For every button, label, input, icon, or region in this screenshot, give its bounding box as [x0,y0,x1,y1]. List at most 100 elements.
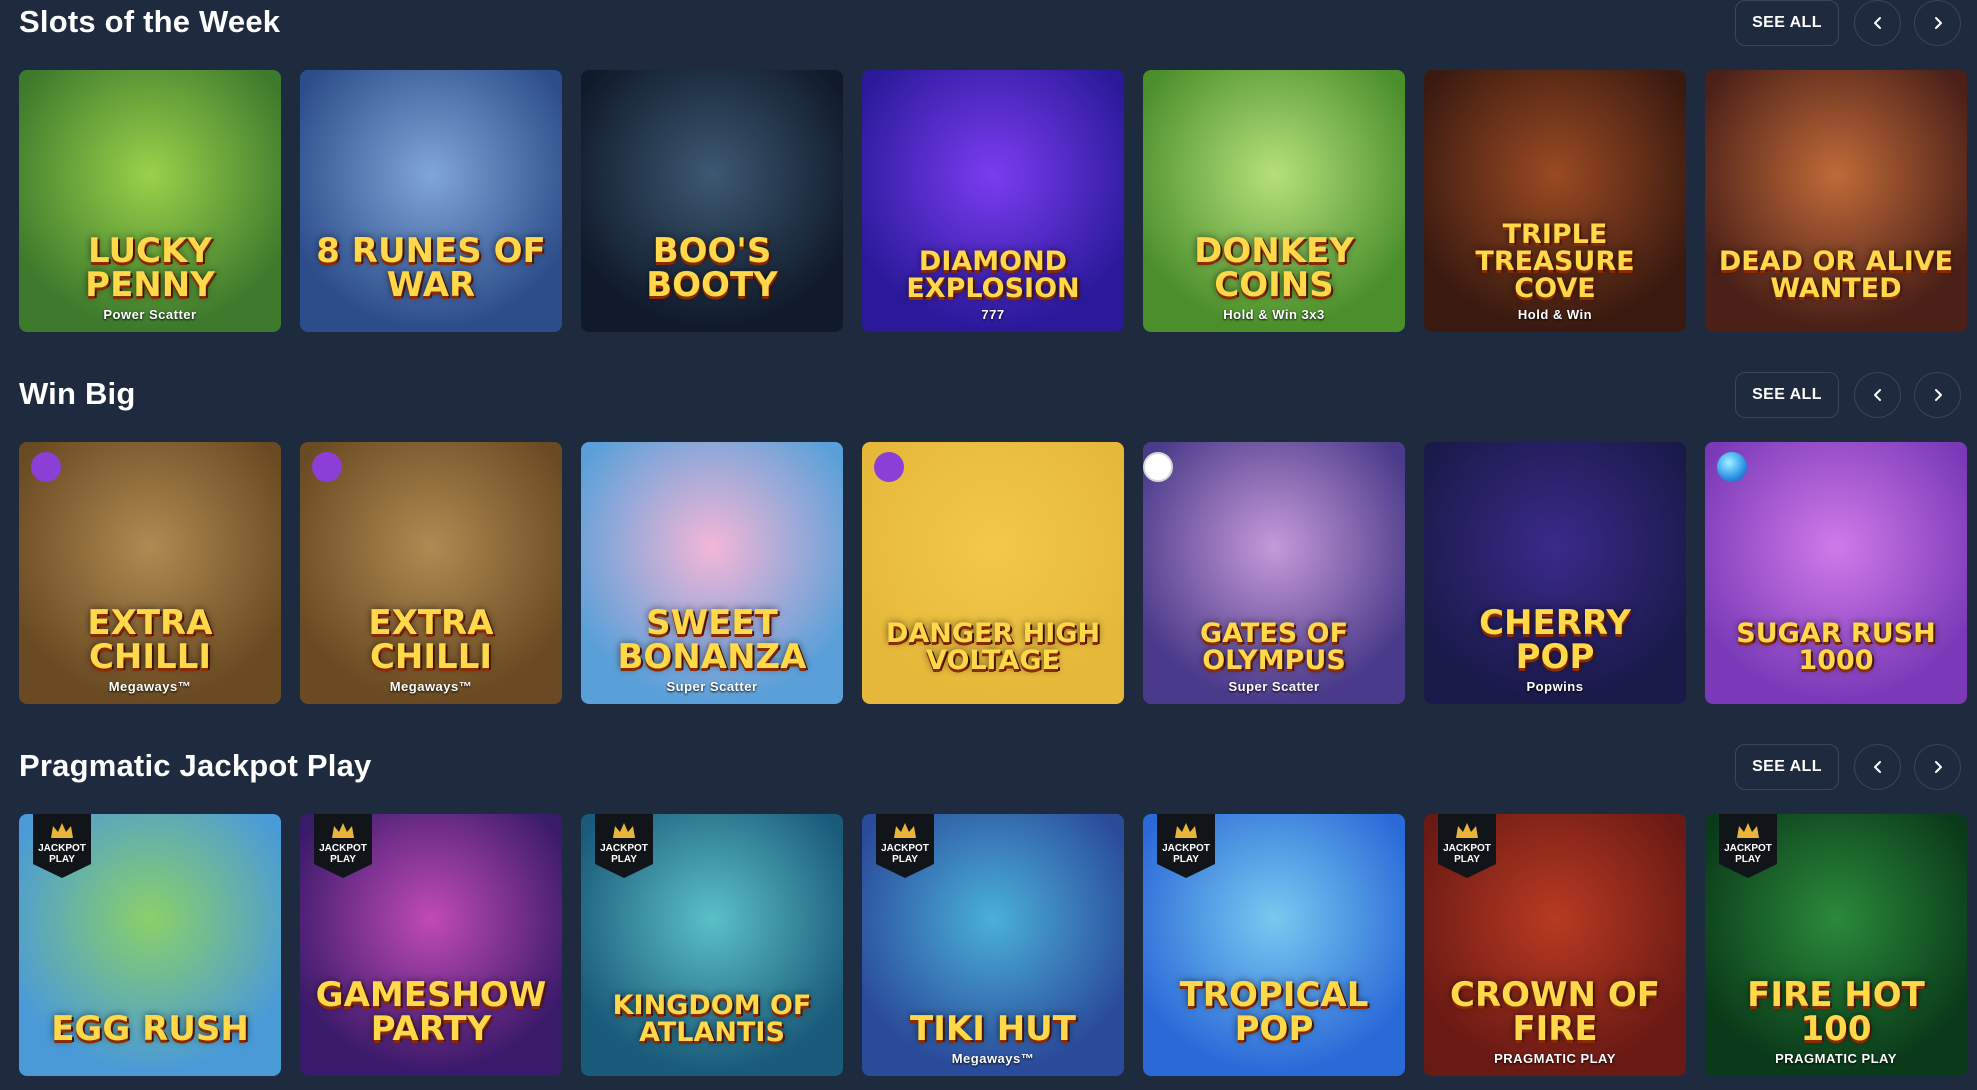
game-tile[interactable]: Extra Chilli Megaways™ [19,442,281,704]
see-all-button[interactable]: SEE ALL [1735,372,1839,418]
prev-button[interactable] [1854,744,1901,790]
game-subtitle: Popwins [1526,679,1584,694]
game-title: Gameshow Party [315,975,547,1049]
game-tile[interactable]: Tropical Pop JACKPOT PLAY [1143,814,1405,1076]
game-title: Kingdom of Atlantis [612,990,812,1048]
section-title: Slots of the Week [19,4,281,39]
chevron-right-icon [1931,760,1945,774]
game-section: Pragmatic Jackpot Play SEE ALL Egg Rush JAC… [0,744,1977,1084]
game-subtitle: Megaways™ [108,679,192,694]
game-title: Extra Chilli [87,603,213,677]
game-tile[interactable]: Extra Chilli Megaways™ [300,442,562,704]
game-row: Egg Rush JACKPOT PLAY Gameshow Party JACKPOT… [19,814,1977,1076]
game-tile[interactable]: Egg Rush JACKPOT PLAY [19,814,281,1076]
jackpot-label-top: JACKPOT [1443,843,1491,854]
game-title: Cherry Pop [1479,603,1631,677]
feature-badge-icon [874,452,904,482]
game-tile[interactable]: Fire Hot 100 PRAGMATIC PLAY JACKPOT PLAY [1705,814,1967,1076]
jackpot-play-badge: JACKPOT PLAY [1438,814,1496,878]
chevron-left-icon [1871,760,1885,774]
jackpot-play-badge: JACKPOT PLAY [1719,814,1777,878]
see-all-button[interactable]: SEE ALL [1735,744,1839,790]
game-tile[interactable]: Sugar Rush 1000 [1705,442,1967,704]
section-title: Win Big [19,376,136,411]
jackpot-label-top: JACKPOT [38,843,86,854]
game-tile[interactable]: Tiki Hut Megaways™ JACKPOT PLAY [862,814,1124,1076]
game-title: Tropical Pop [1179,975,1369,1049]
game-title: Extra Chilli [368,603,494,677]
game-row: Lucky Penny Power Scatter 8 Runes of War Bo… [19,70,1977,332]
game-title: Diamond Explosion [906,246,1080,304]
game-title: Fire Hot 100 [1747,975,1925,1049]
next-button[interactable] [1914,372,1961,418]
see-all-button[interactable]: SEE ALL [1735,0,1839,46]
jackpot-label-top: JACKPOT [319,843,367,854]
section-header: Slots of the Week SEE ALL [0,0,1977,48]
game-section: Win Big SEE ALL Extra Chilli Megaways™ Extra… [0,372,1977,712]
game-tile[interactable]: Gates of Olympus Super Scatter [1143,442,1405,704]
game-subtitle: 777 [981,307,1005,322]
chevron-right-icon [1931,388,1945,402]
jackpot-label-bottom: PLAY [1735,853,1761,865]
game-tile[interactable]: Danger High Voltage [862,442,1124,704]
game-title: Crown of Fire [1450,975,1660,1049]
feature-badge-icon [312,452,342,482]
game-subtitle: Hold & Win 3x3 [1223,307,1325,322]
jackpot-label-top: JACKPOT [1162,843,1210,854]
chevron-left-icon [1871,16,1885,30]
prev-button[interactable] [1854,372,1901,418]
jackpot-play-badge: JACKPOT PLAY [876,814,934,878]
jackpot-label-bottom: PLAY [1454,853,1480,865]
game-title: 8 Runes of War [316,231,546,305]
jackpot-label-bottom: PLAY [611,853,637,865]
game-title: Donkey Coins [1194,231,1354,305]
prev-button[interactable] [1854,0,1901,46]
game-title: Sweet Bonanza [617,603,807,677]
game-tile[interactable]: Sweet Bonanza Super Scatter [581,442,843,704]
jackpot-play-badge: JACKPOT PLAY [595,814,653,878]
game-tile[interactable]: Triple Treasure Cove Hold & Win [1424,70,1686,332]
jackpot-label-bottom: PLAY [892,853,918,865]
game-subtitle: Super Scatter [666,679,758,694]
next-button[interactable] [1914,744,1961,790]
game-tile[interactable]: Dead or Alive Wanted [1705,70,1967,332]
game-tile[interactable]: Cherry Pop Popwins [1424,442,1686,704]
game-tile[interactable]: Lucky Penny Power Scatter [19,70,281,332]
game-tile[interactable]: Diamond Explosion 777 [862,70,1124,332]
game-tile[interactable]: Kingdom of Atlantis JACKPOT PLAY [581,814,843,1076]
game-title: Triple Treasure Cove [1475,219,1635,304]
jackpot-play-label: JACKPOT PLAY [314,843,372,865]
chevron-right-icon [1931,16,1945,30]
section-header: Win Big SEE ALL [0,372,1977,420]
feature-badge-icon [1143,452,1173,482]
jackpot-label-bottom: PLAY [1173,853,1199,865]
section-title: Pragmatic Jackpot Play [19,748,372,783]
feature-badge-icon [1717,452,1747,482]
game-tile[interactable]: Donkey Coins Hold & Win 3x3 [1143,70,1405,332]
game-tile[interactable]: Boo's Booty [581,70,843,332]
game-title: Sugar Rush 1000 [1736,618,1936,676]
game-title: Tiki Hut [910,1009,1076,1049]
jackpot-play-badge: JACKPOT PLAY [314,814,372,878]
game-subtitle: Megaways™ [951,1051,1035,1066]
jackpot-play-label: JACKPOT PLAY [595,843,653,865]
game-title: Dead or Alive Wanted [1718,246,1954,304]
game-subtitle: PRAGMATIC PLAY [1775,1051,1897,1066]
next-button[interactable] [1914,0,1961,46]
game-tile[interactable]: Crown of Fire PRAGMATIC PLAY JACKPOT PLAY [1424,814,1686,1076]
game-section: Slots of the Week SEE ALL Lucky Penny Power… [0,0,1977,340]
jackpot-play-badge: JACKPOT PLAY [1157,814,1215,878]
game-subtitle: Super Scatter [1228,679,1320,694]
jackpot-play-badge: JACKPOT PLAY [33,814,91,878]
jackpot-label-bottom: PLAY [49,853,75,865]
game-tile[interactable]: 8 Runes of War [300,70,562,332]
game-tile[interactable]: Gameshow Party JACKPOT PLAY [300,814,562,1076]
chevron-left-icon [1871,388,1885,402]
jackpot-label-top: JACKPOT [1724,843,1772,854]
game-subtitle: PRAGMATIC PLAY [1494,1051,1616,1066]
game-title: Gates of Olympus [1199,618,1349,676]
jackpot-play-label: JACKPOT PLAY [1719,843,1777,865]
jackpot-label-top: JACKPOT [881,843,929,854]
jackpot-play-label: JACKPOT PLAY [1438,843,1496,865]
game-row: Extra Chilli Megaways™ Extra Chilli Megaway… [19,442,1977,704]
